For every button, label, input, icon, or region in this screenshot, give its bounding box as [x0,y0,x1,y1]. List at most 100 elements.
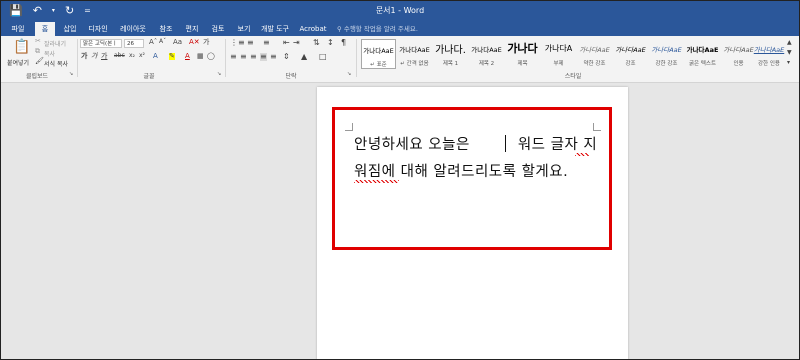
style-name: 약한 강조 [583,61,606,67]
style-name: 제목 [517,61,528,67]
spelling-squiggle [575,153,589,156]
tell-me-box[interactable]: ⚲ 수행할 작업을 알려 주세요. [337,22,418,36]
scissors-icon[interactable]: ✂ [35,38,41,45]
tab-file[interactable]: 파일 [7,22,29,36]
clear-formatting-icon[interactable]: A✕ [189,39,200,46]
style-strong[interactable]: 가나다AaE 굵은 텍스트 [685,39,720,69]
tab-mailings[interactable]: 편지 [181,22,203,36]
text-effects-icon[interactable]: A [153,53,158,60]
justify-icon[interactable]: ≡ [260,53,267,61]
styles-scroll-down-icon[interactable]: ▼ [787,50,792,56]
style-sample: 가나다AaE [686,46,719,54]
tab-acrobat[interactable]: Acrobat [297,22,329,36]
format-painter-button[interactable]: 서식 복사 [44,59,68,68]
highlight-color-icon[interactable]: ✎ [169,53,175,60]
style-title[interactable]: 가나다 제목 [505,39,540,69]
style-sample: 가나다AaE [579,46,610,54]
style-heading-2[interactable]: 가나다AaE 제목 2 [469,39,504,69]
align-center-icon[interactable]: ≡ [240,53,247,61]
style-quote[interactable]: 가나다AaE 인용 [721,39,756,69]
font-size-combo[interactable]: 26 [124,39,144,48]
tab-home[interactable]: 홈 [35,22,55,36]
tell-me-text: 수행할 작업을 알려 주세요. [343,25,418,33]
spelling-squiggle [354,180,399,183]
lightbulb-icon: ⚲ [337,25,342,33]
style-name: 제목 1 [442,61,459,67]
borders-icon[interactable]: □ [319,53,327,61]
dialog-launcher-icon[interactable]: ↘ [69,72,73,77]
ribbon: 📋 붙여넣기 ✂ 잘라내기 ⧉ 복사 🖌 서식 복사 클립보드 ↘ 맑은 고딕(… [1,36,799,83]
asian-layout-icon[interactable]: ⇅ [313,39,320,47]
style-name: ↵ 표준 [370,62,387,68]
tab-design[interactable]: 디자인 [85,22,111,36]
enclose-characters-icon[interactable]: ◯ [207,53,215,60]
style-subtle-emphasis[interactable]: 가나다AaE 약한 강조 [577,39,612,69]
copy-button[interactable]: 복사 [44,49,55,58]
paste-button[interactable]: 붙여넣기 [7,58,29,67]
styles-scroll-up-icon[interactable]: ▲ [787,40,792,46]
tab-review[interactable]: 검토 [207,22,229,36]
style-name: 인용 [733,61,744,67]
italic-icon[interactable]: 가 [91,53,97,60]
style-subtitle[interactable]: 가나다A 부제 [541,39,576,69]
align-right-icon[interactable]: ≡ [250,53,257,61]
align-left-icon[interactable]: ≡ [230,53,237,61]
font-color-icon[interactable]: A [185,53,190,60]
styles-group-label: 스타일 [564,73,582,80]
tab-developer[interactable]: 개발 도구 [259,22,291,36]
style-name: 굵은 텍스트 [688,61,717,67]
style-sample: 가나다 [507,42,538,55]
line-spacing-icon[interactable]: ⇕ [283,53,290,61]
document-line-2[interactable]: 워짐에 대해 알려드리도록 할게요. [354,160,568,181]
style-sample: 가나다A [544,44,573,53]
window-title: 문서1 - Word [375,6,425,15]
document-line-1[interactable]: 안녕하세요 오늘은 워드 글자 지 [354,133,597,154]
word-window: 💾 ↶ ▾ ↻ = 문서1 - Word 파일 홈 삽입 디자인 레이아웃 참조… [0,0,800,360]
show-marks-icon[interactable]: ¶ [341,39,346,47]
multilevel-list-icon[interactable]: ≡ [263,39,270,47]
numbering-icon[interactable]: ≡ [247,39,254,47]
style-no-spacing[interactable]: 가나다AaE ↵ 간격 없음 [397,39,432,69]
style-heading-1[interactable]: 가나다. 제목 1 [433,39,468,69]
tab-insert[interactable]: 삽입 [59,22,81,36]
underline-icon[interactable]: 가 [101,53,107,60]
copy-icon[interactable]: ⧉ [35,48,40,55]
change-case-icon[interactable]: Aa [173,39,182,46]
styles-more-icon[interactable]: ▾ [787,60,790,66]
sort-icon[interactable]: ↕ [327,39,334,47]
bullets-icon[interactable]: ⋮≡ [230,39,245,47]
subscript-icon[interactable]: x₂ [129,53,135,59]
style-normal[interactable]: 가나다AaE ↵ 표준 [361,39,396,69]
shrink-font-icon[interactable]: Aˇ [159,39,166,45]
tab-layout[interactable]: 레이아웃 [117,22,149,36]
font-name-combo[interactable]: 맑은 고딕(본ㅣ [80,39,122,48]
cut-button[interactable]: 잘라내기 [44,39,66,48]
style-emphasis[interactable]: 가나다AaE 강조 [613,39,648,69]
tab-view[interactable]: 보기 [233,22,255,36]
style-intense-emphasis[interactable]: 가나다AaE 강한 강조 [649,39,684,69]
tab-references[interactable]: 참조 [155,22,177,36]
grow-font-icon[interactable]: Aˆ [149,39,157,46]
style-name: 강조 [625,61,636,67]
format-painter-icon[interactable]: 🖌 [35,58,44,65]
bold-icon[interactable]: 가 [81,53,87,60]
decrease-indent-icon[interactable]: ⇤ [283,39,290,47]
superscript-icon[interactable]: x² [139,53,145,59]
phonetic-guide-icon[interactable]: 가 [203,39,209,46]
paragraph-group-label: 단락 [285,73,297,80]
style-intense-quote[interactable]: 가나다AaE 강한 인용 [753,39,785,69]
style-sample: 가나다AaE [363,47,394,55]
style-sample: 가나다AaE [471,46,502,54]
paste-icon[interactable]: 📋 [13,40,30,54]
character-shading-icon[interactable]: ▦ [197,53,204,60]
group-divider [77,39,78,77]
dialog-launcher-icon[interactable]: ↘ [217,72,221,77]
increase-indent-icon[interactable]: ⇥ [293,39,300,47]
distributed-icon[interactable]: ≡ [270,53,277,61]
dialog-launcher-icon[interactable]: ↘ [347,72,351,77]
document-text: 안녕하세요 오늘은 [354,137,470,153]
style-name: 부제 [553,61,564,67]
strikethrough-icon[interactable]: abc [114,53,125,59]
shading-icon[interactable]: ▲ [301,53,307,61]
document-page[interactable]: 안녕하세요 오늘은 워드 글자 지 워짐에 대해 알려드리도록 할게요. [317,87,628,359]
